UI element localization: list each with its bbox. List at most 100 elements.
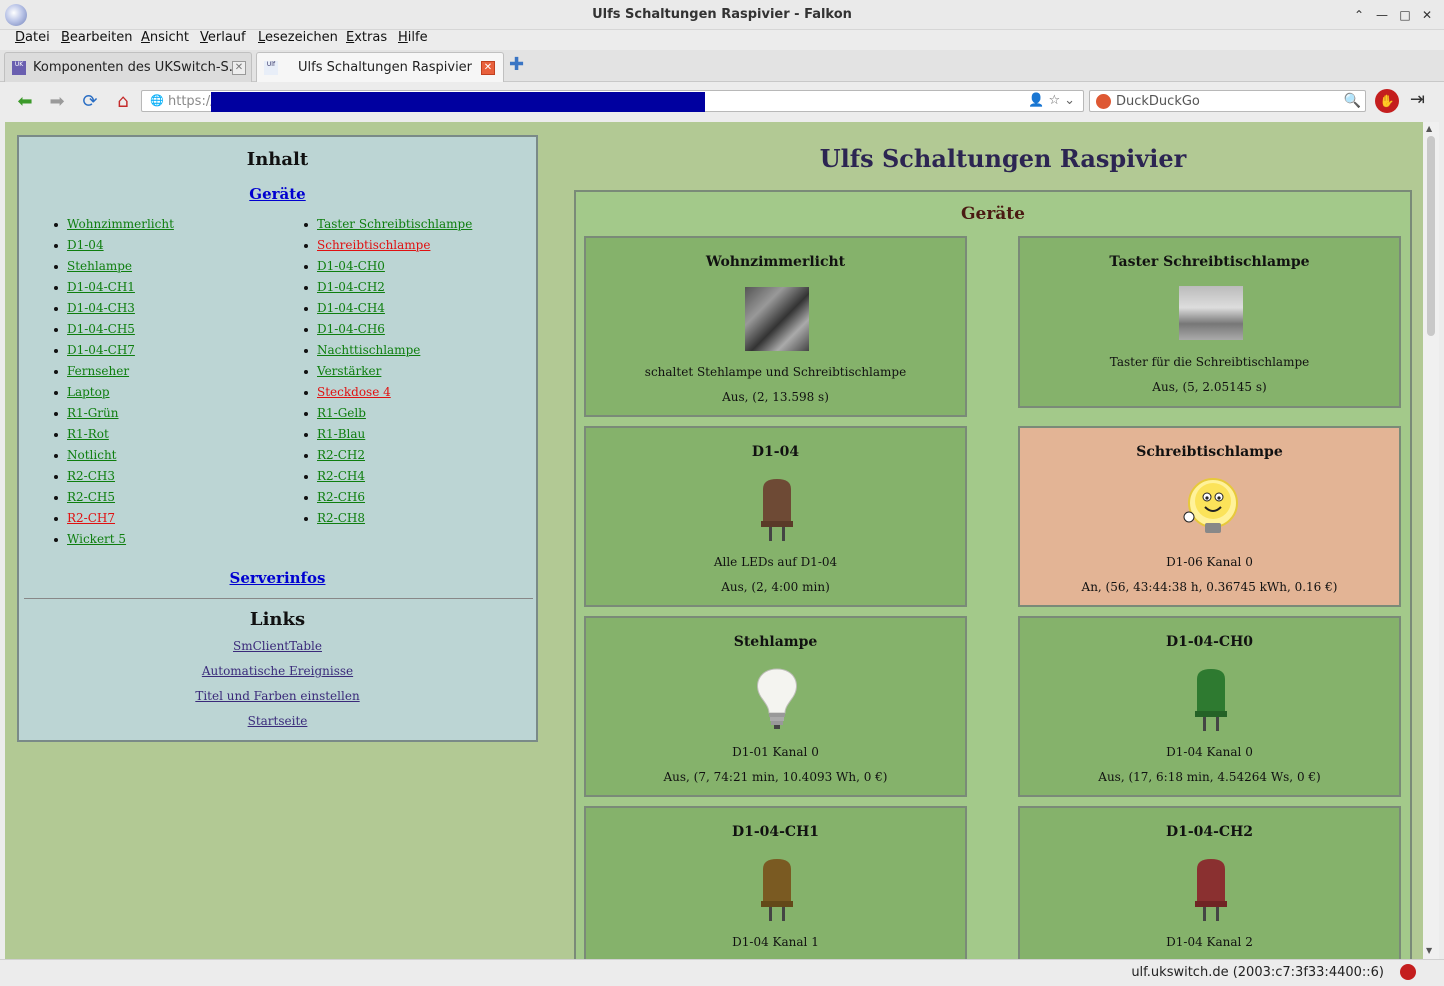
devices-link[interactable]: Geräte [249, 185, 305, 203]
serverinfo-link[interactable]: Serverinfos [230, 569, 326, 587]
device-card-d1-04-ch2[interactable]: D1-04-CH2 D1-04 Kanal 2 [1018, 806, 1401, 959]
device-link[interactable]: R1-Rot [67, 427, 109, 441]
device-link[interactable]: D1-04-CH7 [67, 343, 135, 357]
device-description: Alle LEDs auf D1-04 [713, 555, 838, 569]
window-up-icon[interactable]: ⌃ [1350, 6, 1368, 24]
device-link[interactable]: R2-CH7 [67, 511, 115, 525]
reload-icon[interactable]: ⟳ [79, 91, 101, 113]
device-link[interactable]: Verstärker [317, 364, 381, 378]
toc-list-item: D1-04-CH1 [54, 277, 174, 298]
device-link[interactable]: Nachttischlampe [317, 343, 420, 357]
device-link[interactable]: D1-04-CH3 [67, 301, 135, 315]
sidebar-toggle-icon[interactable]: ⇥ [1410, 89, 1425, 110]
scroll-up-icon[interactable]: ▲ [1426, 124, 1432, 133]
device-description: D1-01 Kanal 0 [732, 745, 819, 759]
device-link[interactable]: R2-CH2 [317, 448, 365, 462]
menu-hilfe[interactable]: Hilfe [398, 30, 428, 45]
url-action-icons[interactable]: 👤☆⌄ [1028, 93, 1079, 108]
device-link[interactable]: D1-04-CH1 [67, 280, 135, 294]
link-automatische-ereignisse[interactable]: Automatische Ereignisse [19, 664, 536, 689]
device-link[interactable]: R2-CH8 [317, 511, 365, 525]
device-link[interactable]: Wohnzimmerlicht [67, 217, 174, 231]
menu-bearbeiten[interactable]: Bearbeiten [61, 30, 132, 45]
status-text: ulf.ukswitch.de (2003:c7:3f33:4400::6) [1131, 965, 1384, 980]
window-maximize-button[interactable]: □ [1396, 6, 1414, 24]
device-link[interactable]: R2-CH4 [317, 469, 365, 483]
toc-list-item: R2-CH6 [303, 487, 472, 508]
menu-lesezeichen[interactable]: Lesezeichen [258, 30, 338, 45]
device-link[interactable]: R2-CH6 [317, 490, 365, 504]
tab-ulfs-schaltungen[interactable]: Ulf Ulfs Schaltungen Raspivier ✕ [256, 52, 504, 82]
toc-list-item: Taster Schreibtischlampe [303, 214, 472, 235]
device-link[interactable]: R1-Grün [67, 406, 119, 420]
toc-list-item: D1-04-CH3 [54, 298, 174, 319]
device-link[interactable]: D1-04 [67, 238, 104, 252]
device-card-schreibtischlampe[interactable]: Schreibtischlampe D1-06 Kanal 0 An, (56,… [1018, 426, 1401, 607]
device-link[interactable]: Stehlampe [67, 259, 132, 273]
device-link[interactable]: R2-CH3 [67, 469, 115, 483]
device-link[interactable]: Taster Schreibtischlampe [317, 217, 472, 231]
cartoon-bulb-icon [1183, 478, 1238, 533]
tab-komponenten[interactable]: UK Komponenten des UKSwitch-S... ✕ [4, 52, 252, 82]
device-link[interactable]: Laptop [67, 385, 110, 399]
tab-close-icon[interactable]: ✕ [232, 61, 246, 75]
toc-list-item: R1-Grün [54, 403, 174, 424]
adblock-icon[interactable]: ✋ [1375, 89, 1399, 113]
window-minimize-button[interactable]: — [1373, 6, 1391, 24]
device-link[interactable]: D1-04-CH6 [317, 322, 385, 336]
globe-icon: 🌐 [150, 94, 164, 107]
table-of-contents: Inhalt Geräte Wohnzimmerlicht D1-04 Stehla… [17, 135, 538, 742]
device-state: Aus, (5, 2.05145 s) [1152, 380, 1267, 394]
scroll-down-icon[interactable]: ▼ [1426, 946, 1432, 955]
toc-list-item: R2-CH2 [303, 445, 472, 466]
device-link[interactable]: D1-04-CH0 [317, 259, 385, 273]
tab-close-icon[interactable]: ✕ [481, 61, 495, 75]
link-titel-farben[interactable]: Titel und Farben einstellen [19, 689, 536, 714]
device-link[interactable]: Wickert 5 [67, 532, 126, 546]
device-card-d1-04-ch1[interactable]: D1-04-CH1 D1-04 Kanal 1 [584, 806, 967, 959]
device-description: D1-04 Kanal 0 [1166, 745, 1253, 759]
device-link[interactable]: Notlicht [67, 448, 117, 462]
ulf-favicon: Ulf [264, 61, 278, 75]
back-arrow-icon[interactable]: ⬅ [14, 91, 36, 113]
device-name: Taster Schreibtischlampe [1109, 254, 1310, 270]
search-icon[interactable]: 🔍 [1344, 93, 1361, 109]
menu-ansicht[interactable]: Ansicht [141, 30, 189, 45]
device-link[interactable]: R1-Blau [317, 427, 365, 441]
forward-arrow-icon[interactable]: ➡ [46, 91, 68, 113]
device-description: D1-04 Kanal 1 [732, 935, 819, 949]
search-box[interactable]: DuckDuckGo 🔍 [1089, 90, 1366, 112]
device-link[interactable]: R2-CH5 [67, 490, 115, 504]
toc-list-item: D1-04 [54, 235, 174, 256]
device-card-wohnzimmerlicht[interactable]: Wohnzimmerlicht schaltet Stehlampe und S… [584, 236, 967, 417]
device-state: Aus, (17, 6:18 min, 4.54264 Ws, 0 €) [1098, 770, 1321, 784]
device-link[interactable]: Steckdose 4 [317, 385, 391, 399]
link-smclienttable[interactable]: SmClientTable [19, 639, 536, 664]
divider [24, 598, 533, 599]
address-bar[interactable]: 🌐 https:// 👤☆⌄ [141, 90, 1084, 112]
device-link[interactable]: D1-04-CH2 [317, 280, 385, 294]
menu-datei[interactable]: Datei [15, 30, 50, 45]
home-icon[interactable]: ⌂ [112, 91, 134, 113]
menu-verlauf[interactable]: Verlauf [200, 30, 246, 45]
device-link[interactable]: D1-04-CH4 [317, 301, 385, 315]
device-description: Taster für die Schreibtischlampe [1109, 355, 1310, 369]
device-link[interactable]: R1-Gelb [317, 406, 366, 420]
device-link[interactable]: Schreibtischlampe [317, 238, 430, 252]
page-scrollbar[interactable]: ▲ ▼ [1423, 122, 1439, 959]
device-description: D1-06 Kanal 0 [1166, 555, 1253, 569]
adblock-status-icon[interactable] [1400, 964, 1416, 980]
scrollbar-thumb[interactable] [1427, 136, 1435, 336]
device-link[interactable]: D1-04-CH5 [67, 322, 135, 336]
ukswitch-favicon: UK [12, 61, 26, 75]
new-tab-icon[interactable]: ✚ [509, 56, 524, 74]
device-link[interactable]: Fernseher [67, 364, 129, 378]
window-close-button[interactable]: ✕ [1418, 6, 1436, 24]
menu-extras[interactable]: Extras [346, 30, 387, 45]
device-card-stehlampe[interactable]: Stehlampe D1-01 Kanal 0 Aus, (7, 74:21 m… [584, 616, 967, 797]
device-card-taster-schreibtischlampe[interactable]: Taster Schreibtischlampe Taster für die … [1018, 236, 1401, 408]
toc-list-item: R2-CH5 [54, 487, 174, 508]
link-startseite[interactable]: Startseite [19, 714, 536, 739]
device-card-d1-04[interactable]: D1-04 Alle LEDs auf D1-04 Aus, (2, 4:00 … [584, 426, 967, 607]
device-card-d1-04-ch0[interactable]: D1-04-CH0 D1-04 Kanal 0 Aus, (17, 6:18 m… [1018, 616, 1401, 797]
